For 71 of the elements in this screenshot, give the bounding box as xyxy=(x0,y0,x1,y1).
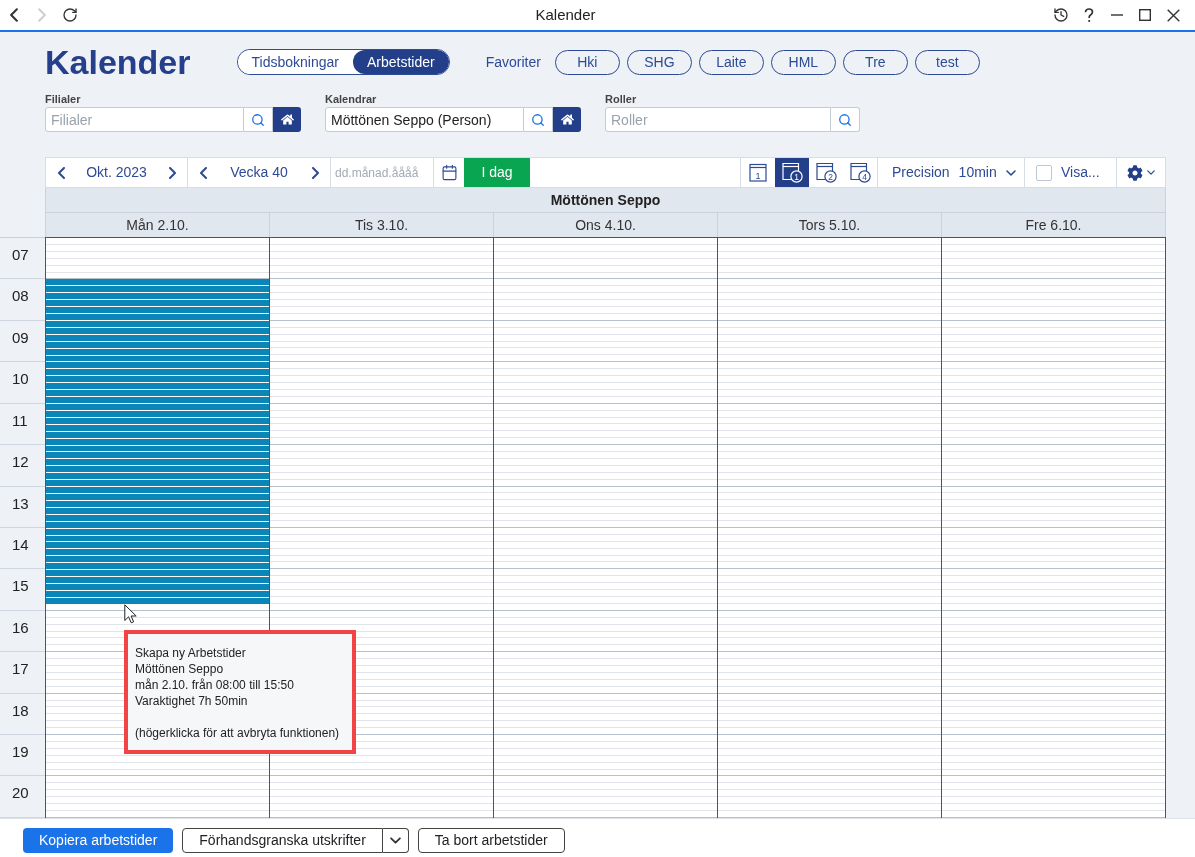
maximize-icon xyxy=(1139,9,1151,21)
history-icon xyxy=(1053,7,1069,23)
home-icon xyxy=(560,113,574,126)
calendar-icon xyxy=(440,164,458,181)
search-icon xyxy=(531,112,545,127)
hour-label: 08 xyxy=(12,287,29,305)
chevron-down-icon xyxy=(1005,169,1016,176)
selection-block[interactable] xyxy=(46,279,269,604)
filter-label: Roller xyxy=(605,92,638,106)
hour-label: 13 xyxy=(12,494,29,512)
day-header: Fre 6.10. xyxy=(942,213,1166,237)
filter-input[interactable]: Möttönen Seppo (Person) xyxy=(325,107,524,132)
resource-header: Möttönen Seppo xyxy=(45,188,1166,213)
month-label: Okt. 2023 xyxy=(86,163,147,182)
hour-label: 18 xyxy=(12,701,29,719)
calendar-day-icon: 1 xyxy=(749,163,767,182)
week-label: Vecka 40 xyxy=(230,163,288,182)
hour-label: 07 xyxy=(12,246,29,263)
favorites-label: Favoriter xyxy=(485,52,541,72)
hour-label: 09 xyxy=(12,328,29,346)
dropdown-toggle-button[interactable] xyxy=(382,827,409,853)
page-title: Kalender xyxy=(45,42,191,82)
home-button[interactable] xyxy=(273,107,301,132)
hour-label: 15 xyxy=(12,577,29,595)
filter-label: Filialer xyxy=(45,92,82,106)
tooltip-text: mån 2.10. från 08:00 till 15:50 xyxy=(135,677,295,693)
filter-label: Kalendrar xyxy=(325,92,378,106)
home-icon xyxy=(280,113,294,126)
hour-label: 12 xyxy=(12,453,29,471)
chevron-down-icon xyxy=(1147,170,1155,175)
chevron-left-icon xyxy=(199,166,207,179)
day-header: Mån 2.10. xyxy=(46,213,270,237)
chevron-right-icon xyxy=(311,166,319,179)
hour-label: 17 xyxy=(12,660,29,678)
hour-label: 16 xyxy=(12,618,29,636)
tooltip-hint: (högerklicka för att avbryta funktionen) xyxy=(135,725,341,741)
chevron-right-icon xyxy=(168,166,176,179)
precision-dropdown[interactable]: 10min xyxy=(958,158,1016,187)
filter-input[interactable]: Roller xyxy=(605,107,831,132)
search-button[interactable] xyxy=(831,107,860,132)
copy-button[interactable]: Kopiera arbetstider xyxy=(23,827,174,853)
checkbox-label: Visa... xyxy=(1061,163,1100,182)
search-icon xyxy=(251,112,265,127)
show-checkbox[interactable] xyxy=(1036,164,1052,181)
search-icon xyxy=(838,112,852,127)
precision-label: Precision xyxy=(892,163,950,182)
tooltip-text: Skapa ny Arbetstider xyxy=(135,645,247,661)
close-icon xyxy=(1166,8,1180,22)
hour-label: 10 xyxy=(12,370,29,388)
view-button[interactable]: 1 xyxy=(775,158,809,187)
tooltip-text: Varaktighet 7h 50min xyxy=(135,693,249,709)
day-header: Ons 4.10. xyxy=(494,213,718,237)
hour-label: 20 xyxy=(12,784,29,802)
chevron-left-icon xyxy=(57,166,65,179)
day-header: Tors 5.10. xyxy=(718,213,942,237)
minimize-icon xyxy=(1111,14,1123,16)
preview-button[interactable]: Förhandsgranska utskrifter xyxy=(182,827,383,853)
help-icon xyxy=(1084,7,1094,23)
window-title: Kalender xyxy=(535,4,596,25)
settings-icon xyxy=(1127,164,1143,181)
delete-button[interactable]: Ta bort arbetstider xyxy=(417,827,565,853)
hour-label: 11 xyxy=(12,411,28,429)
hour-label: 19 xyxy=(12,743,29,761)
tooltip-text: Möttönen Seppo xyxy=(135,661,225,677)
chevron-down-icon xyxy=(389,836,401,844)
home-button[interactable] xyxy=(553,107,581,132)
mode-tab[interactable]: Arbetstider xyxy=(352,50,449,74)
day-header: Tis 3.10. xyxy=(270,213,494,237)
mouse-cursor-icon xyxy=(124,604,137,624)
hour-label: 14 xyxy=(12,535,29,553)
filter-input[interactable]: Filialer xyxy=(45,107,244,132)
